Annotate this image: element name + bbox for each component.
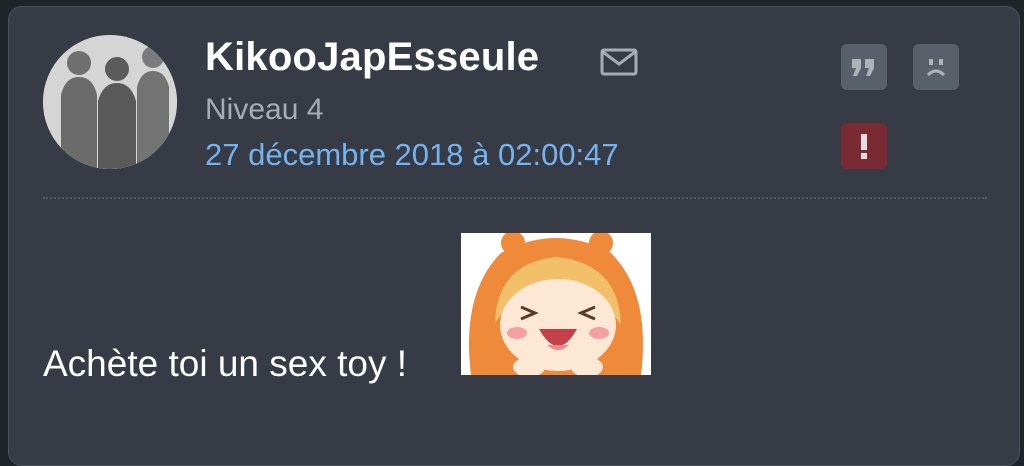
quote-button[interactable] <box>841 44 887 90</box>
post-date-link[interactable]: 27 décembre 2018 à 02:00:47 <box>205 137 619 173</box>
sticker-image <box>461 233 651 375</box>
header-divider <box>43 197 987 199</box>
user-level: Niveau 4 <box>205 93 324 126</box>
avatar-image <box>43 35 177 169</box>
sad-face-icon <box>913 44 959 90</box>
exclamation-icon <box>841 123 887 169</box>
message-text: Achète toi un sex toy ! <box>43 343 408 384</box>
username-link[interactable]: KikooJapEsseule <box>205 35 539 80</box>
envelope-icon[interactable] <box>599 47 639 77</box>
post-card: KikooJapEsseule Niveau 4 27 décembre 201… <box>8 6 1020 466</box>
sad-button[interactable] <box>913 44 959 90</box>
report-button[interactable] <box>841 123 887 169</box>
quote-icon <box>841 44 887 90</box>
user-avatar[interactable] <box>43 35 177 169</box>
